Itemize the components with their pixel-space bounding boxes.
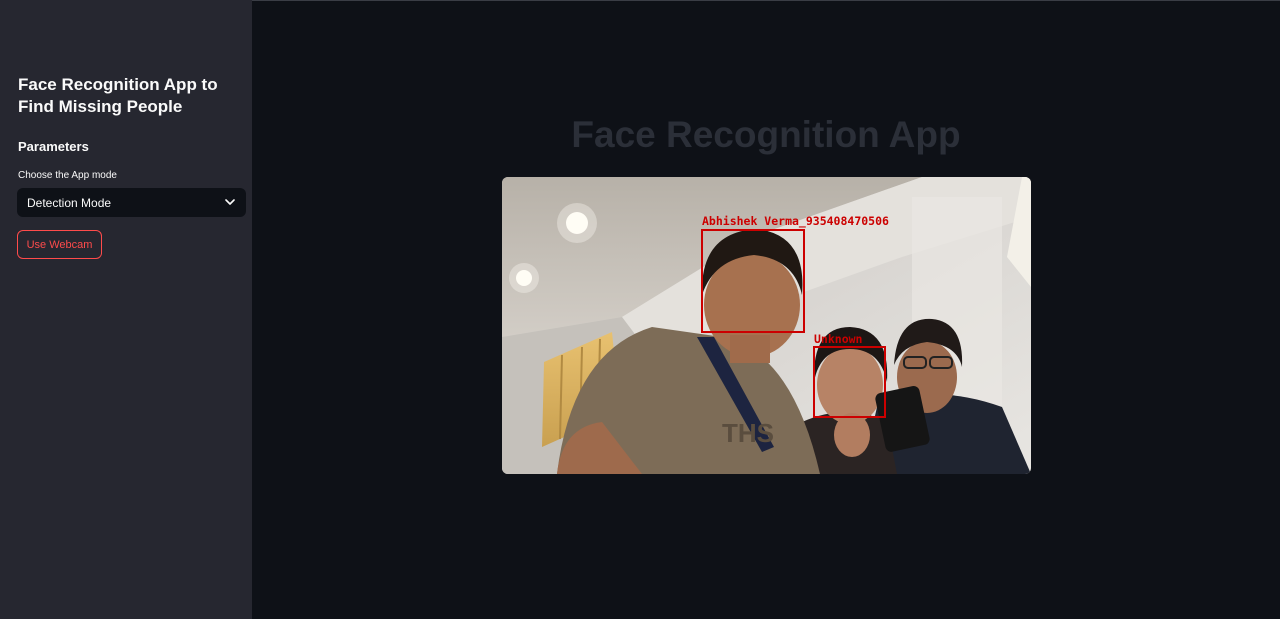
svg-text:THS: THS	[722, 418, 774, 448]
webcam-scene-image: THS Abhishek Verma_935408470506 Unknown	[502, 177, 1031, 474]
detection-label-2: Unknown	[814, 332, 863, 346]
sidebar-title: Face Recognition App to Find Missing Peo…	[18, 75, 218, 116]
sidebar: Face Recognition App to Find Missing Peo…	[0, 0, 252, 619]
app-mode-label: Choose the App mode	[18, 170, 117, 181]
app-mode-value: Detection Mode	[27, 195, 112, 210]
detection-label-1: Abhishek Verma_935408470506	[702, 214, 889, 229]
page-title: Face Recognition App	[571, 114, 961, 155]
chevron-down-icon	[224, 197, 236, 209]
parameters-header: Parameters	[18, 139, 89, 154]
use-webcam-button[interactable]: Use Webcam	[17, 230, 102, 259]
app-root: Face Recognition App to Find Missing Peo…	[0, 0, 1280, 619]
app-mode-select[interactable]: Detection Mode	[17, 188, 246, 217]
webcam-video-frame: THS Abhishek Verma_935408470506 Unknown	[502, 177, 1031, 474]
